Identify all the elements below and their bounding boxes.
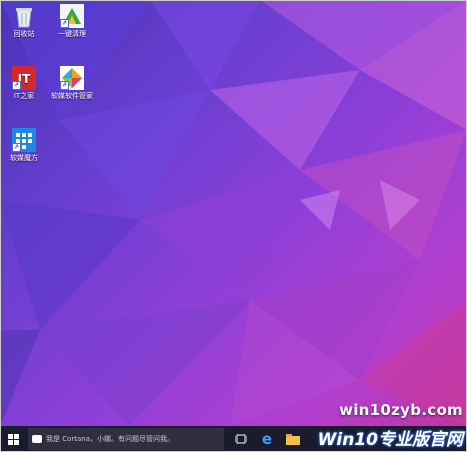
desktop-icon-one-click-cleanup[interactable]: ↗ 一键清理 xyxy=(50,4,94,39)
search-placeholder: 我是 Cortana，小娜。有问题尽管问我。 xyxy=(46,435,175,443)
file-explorer-icon xyxy=(286,433,300,445)
start-button[interactable] xyxy=(0,426,26,452)
icon-label: 软媒魔方 xyxy=(10,154,38,162)
icon-label: 一键清理 xyxy=(58,30,86,38)
task-view-icon xyxy=(235,434,247,444)
windows-logo-icon xyxy=(7,433,19,445)
cortana-search-box[interactable]: 我是 Cortana，小娜。有问题尽管问我。 xyxy=(28,428,224,450)
recycle-bin-icon xyxy=(12,4,36,28)
software-manager-icon: ↗ xyxy=(60,66,84,90)
desktop-icon-software-manager[interactable]: ↗ 软媒软件管家 xyxy=(50,66,94,101)
ithome-icon: IT ↗ xyxy=(12,66,36,90)
desktop-icon-ruanmei-mofang[interactable]: ↗ 软媒魔方 xyxy=(2,128,46,163)
desktop-icon-ithome[interactable]: IT ↗ IT之家 xyxy=(2,66,46,101)
desktop[interactable]: 回收站 ↗ 一键清理 IT ↗ IT之家 ↗ 软媒软件管家 ↗ 软媒魔方 win… xyxy=(0,0,467,452)
cortana-icon xyxy=(32,435,42,443)
watermark-site: win10zyb.com xyxy=(339,401,463,419)
task-view-button[interactable] xyxy=(228,426,254,452)
file-explorer-button[interactable] xyxy=(280,426,306,452)
watermark-brand: Win10专业版官网 xyxy=(317,430,463,450)
icon-label: 回收站 xyxy=(13,30,35,38)
icon-label: 软媒软件管家 xyxy=(51,92,93,100)
one-click-cleanup-icon: ↗ xyxy=(60,4,84,28)
icon-label: IT之家 xyxy=(13,92,35,100)
desktop-icon-recycle-bin[interactable]: 回收站 xyxy=(2,4,46,39)
ruanmei-mofang-icon: ↗ xyxy=(12,128,36,152)
edge-icon: e xyxy=(261,430,273,448)
edge-button[interactable]: e xyxy=(254,426,280,452)
